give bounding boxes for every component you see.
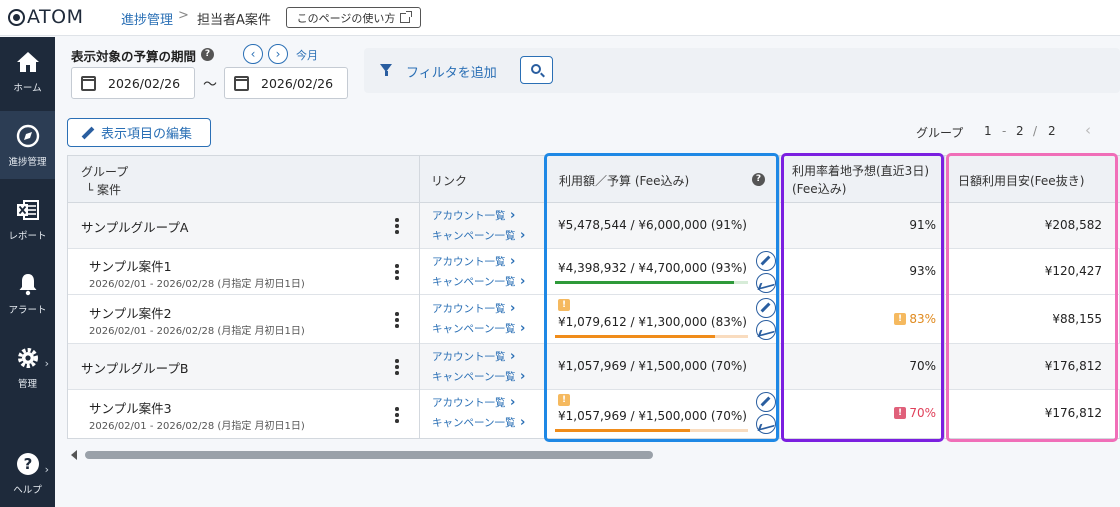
sidebar-item-progress[interactable]: 進捗管理	[0, 111, 55, 179]
campaign-list-link[interactable]: キャンペーン一覧	[432, 369, 525, 384]
pager-from: 1	[984, 124, 992, 138]
case-name[interactable]: サンプル案件1	[89, 256, 172, 275]
edit-columns-button[interactable]: 表示項目の編集	[67, 118, 211, 147]
end-date-field[interactable]: 2026/02/26	[224, 67, 348, 99]
daily-column-highlight	[946, 153, 1118, 442]
home-icon	[16, 51, 39, 72]
sidebar-item-alert[interactable]: アラート	[0, 259, 55, 327]
scroll-left-icon[interactable]	[71, 450, 77, 460]
more-vert-icon[interactable]	[395, 312, 399, 330]
svg-text:?: ?	[23, 455, 32, 473]
sidebar-item-label: ホーム	[13, 82, 42, 94]
case-name[interactable]: サンプル案件2	[89, 303, 172, 322]
excel-icon	[16, 199, 39, 220]
question-icon[interactable]: ?	[201, 48, 214, 61]
case-period: 2026/02/01 - 2026/02/28 (月指定 月初日1日)	[89, 279, 305, 290]
progress-icon	[16, 124, 39, 147]
column-divider	[419, 156, 420, 438]
prev-period-button[interactable]: ‹	[243, 44, 263, 64]
sidebar-item-label: 進捗管理	[8, 156, 47, 168]
help-icon: ?	[16, 452, 39, 475]
sidebar-item-label: ヘルプ	[13, 484, 42, 496]
more-vert-icon[interactable]	[395, 218, 399, 236]
pager-label: グループ	[916, 126, 964, 140]
more-vert-icon[interactable]	[395, 407, 399, 425]
filter-icon	[380, 64, 392, 76]
group-name[interactable]: サンプルグループA	[81, 217, 188, 236]
external-link-icon	[400, 10, 413, 23]
campaign-list-link[interactable]: キャンペーン一覧	[432, 415, 525, 430]
calendar-icon	[81, 75, 96, 91]
campaign-list-link[interactable]: キャンペーン一覧	[432, 321, 525, 336]
header-link: リンク	[419, 156, 546, 203]
column-divider	[779, 156, 780, 438]
logo-mark-icon	[8, 8, 25, 26]
account-list-link[interactable]: アカウント一覧	[432, 254, 515, 269]
period-title: 表示対象の予算の期間	[71, 49, 197, 64]
sidebar-item-label: レポート	[8, 230, 47, 242]
more-vert-icon[interactable]	[395, 264, 399, 282]
sidebar-item-label: アラート	[8, 304, 47, 316]
pager-prev-button[interactable]: ‹	[1085, 121, 1091, 139]
logo-text: ATOM	[27, 6, 84, 28]
sidebar-item-admin[interactable]: 管理 ›	[0, 333, 55, 401]
end-date-value: 2026/02/26	[261, 75, 334, 91]
chevron-right-icon: ›	[44, 463, 49, 476]
account-list-link[interactable]: アカウント一覧	[432, 301, 515, 316]
campaign-list-link[interactable]: キャンペーン一覧	[432, 274, 525, 289]
this-month-link[interactable]: 今月	[296, 47, 318, 63]
account-list-link[interactable]: アカウント一覧	[432, 208, 515, 223]
header-group: グループ └ 案件	[68, 156, 419, 203]
chevron-right-icon: ›	[275, 47, 281, 61]
gear-icon	[17, 347, 38, 368]
pencil-icon	[82, 127, 94, 139]
campaign-list-link[interactable]: キャンペーン一覧	[432, 228, 525, 243]
column-divider	[944, 156, 945, 438]
pager-total: 2	[1048, 124, 1056, 138]
date-range-separator: 〜	[203, 77, 217, 93]
breadcrumb-current: 担当者A案件	[197, 13, 271, 28]
horizontal-scrollbar[interactable]	[67, 449, 1120, 461]
pager-dash: -	[1002, 124, 1007, 138]
scrollbar-thumb[interactable]	[85, 451, 653, 459]
search-button[interactable]	[520, 56, 553, 84]
header-group-label: グループ	[81, 165, 129, 179]
case-period: 2026/02/01 - 2026/02/28 (月指定 月初日1日)	[89, 326, 305, 337]
forecast-column-highlight	[781, 153, 944, 442]
pager-slash: /	[1033, 124, 1038, 138]
start-date-value: 2026/02/26	[108, 75, 181, 91]
header-case-label: └ 案件	[86, 183, 122, 197]
next-period-button[interactable]: ›	[268, 44, 288, 64]
bell-icon	[19, 273, 36, 295]
more-vert-icon[interactable]	[395, 359, 399, 377]
breadcrumb-parent-link[interactable]: 進捗管理	[121, 9, 173, 28]
add-filter-button[interactable]: フィルタを追加	[406, 62, 497, 81]
page-guide-button[interactable]: このページの使い方	[286, 7, 421, 28]
account-list-link[interactable]: アカウント一覧	[432, 395, 515, 410]
pager-to: 2	[1016, 124, 1024, 138]
start-date-field[interactable]: 2026/02/26	[71, 67, 195, 99]
edit-columns-label: 表示項目の編集	[101, 127, 193, 142]
sidebar-item-home[interactable]: ホーム	[0, 37, 55, 105]
chevron-right-icon: ›	[44, 357, 49, 370]
sidebar-item-label: 管理	[17, 378, 37, 390]
header-link-label: リンク	[431, 174, 468, 188]
account-list-link[interactable]: アカウント一覧	[432, 349, 515, 364]
atom-logo[interactable]: ATOM	[8, 6, 83, 28]
usage-column-highlight	[544, 153, 779, 442]
page-guide-label: このページの使い方	[296, 11, 396, 25]
breadcrumb-separator-icon: >	[178, 8, 189, 23]
sidebar: ホーム 進捗管理 レポート アラート 管理 › ? ヘルプ ›	[0, 37, 55, 507]
group-name[interactable]: サンプルグループB	[81, 358, 188, 377]
case-name[interactable]: サンプル案件3	[89, 398, 172, 417]
chevron-left-icon: ‹	[250, 47, 256, 61]
sidebar-item-report[interactable]: レポート	[0, 185, 55, 253]
top-bar: ATOM 進捗管理 > 担当者A案件 このページの使い方	[0, 0, 1120, 36]
sidebar-item-help[interactable]: ? ヘルプ ›	[0, 439, 55, 507]
calendar-icon	[234, 75, 249, 91]
search-icon	[531, 64, 541, 74]
case-period: 2026/02/01 - 2026/02/28 (月指定 月初日1日)	[89, 421, 305, 432]
filter-bar: フィルタを追加	[364, 48, 1120, 93]
